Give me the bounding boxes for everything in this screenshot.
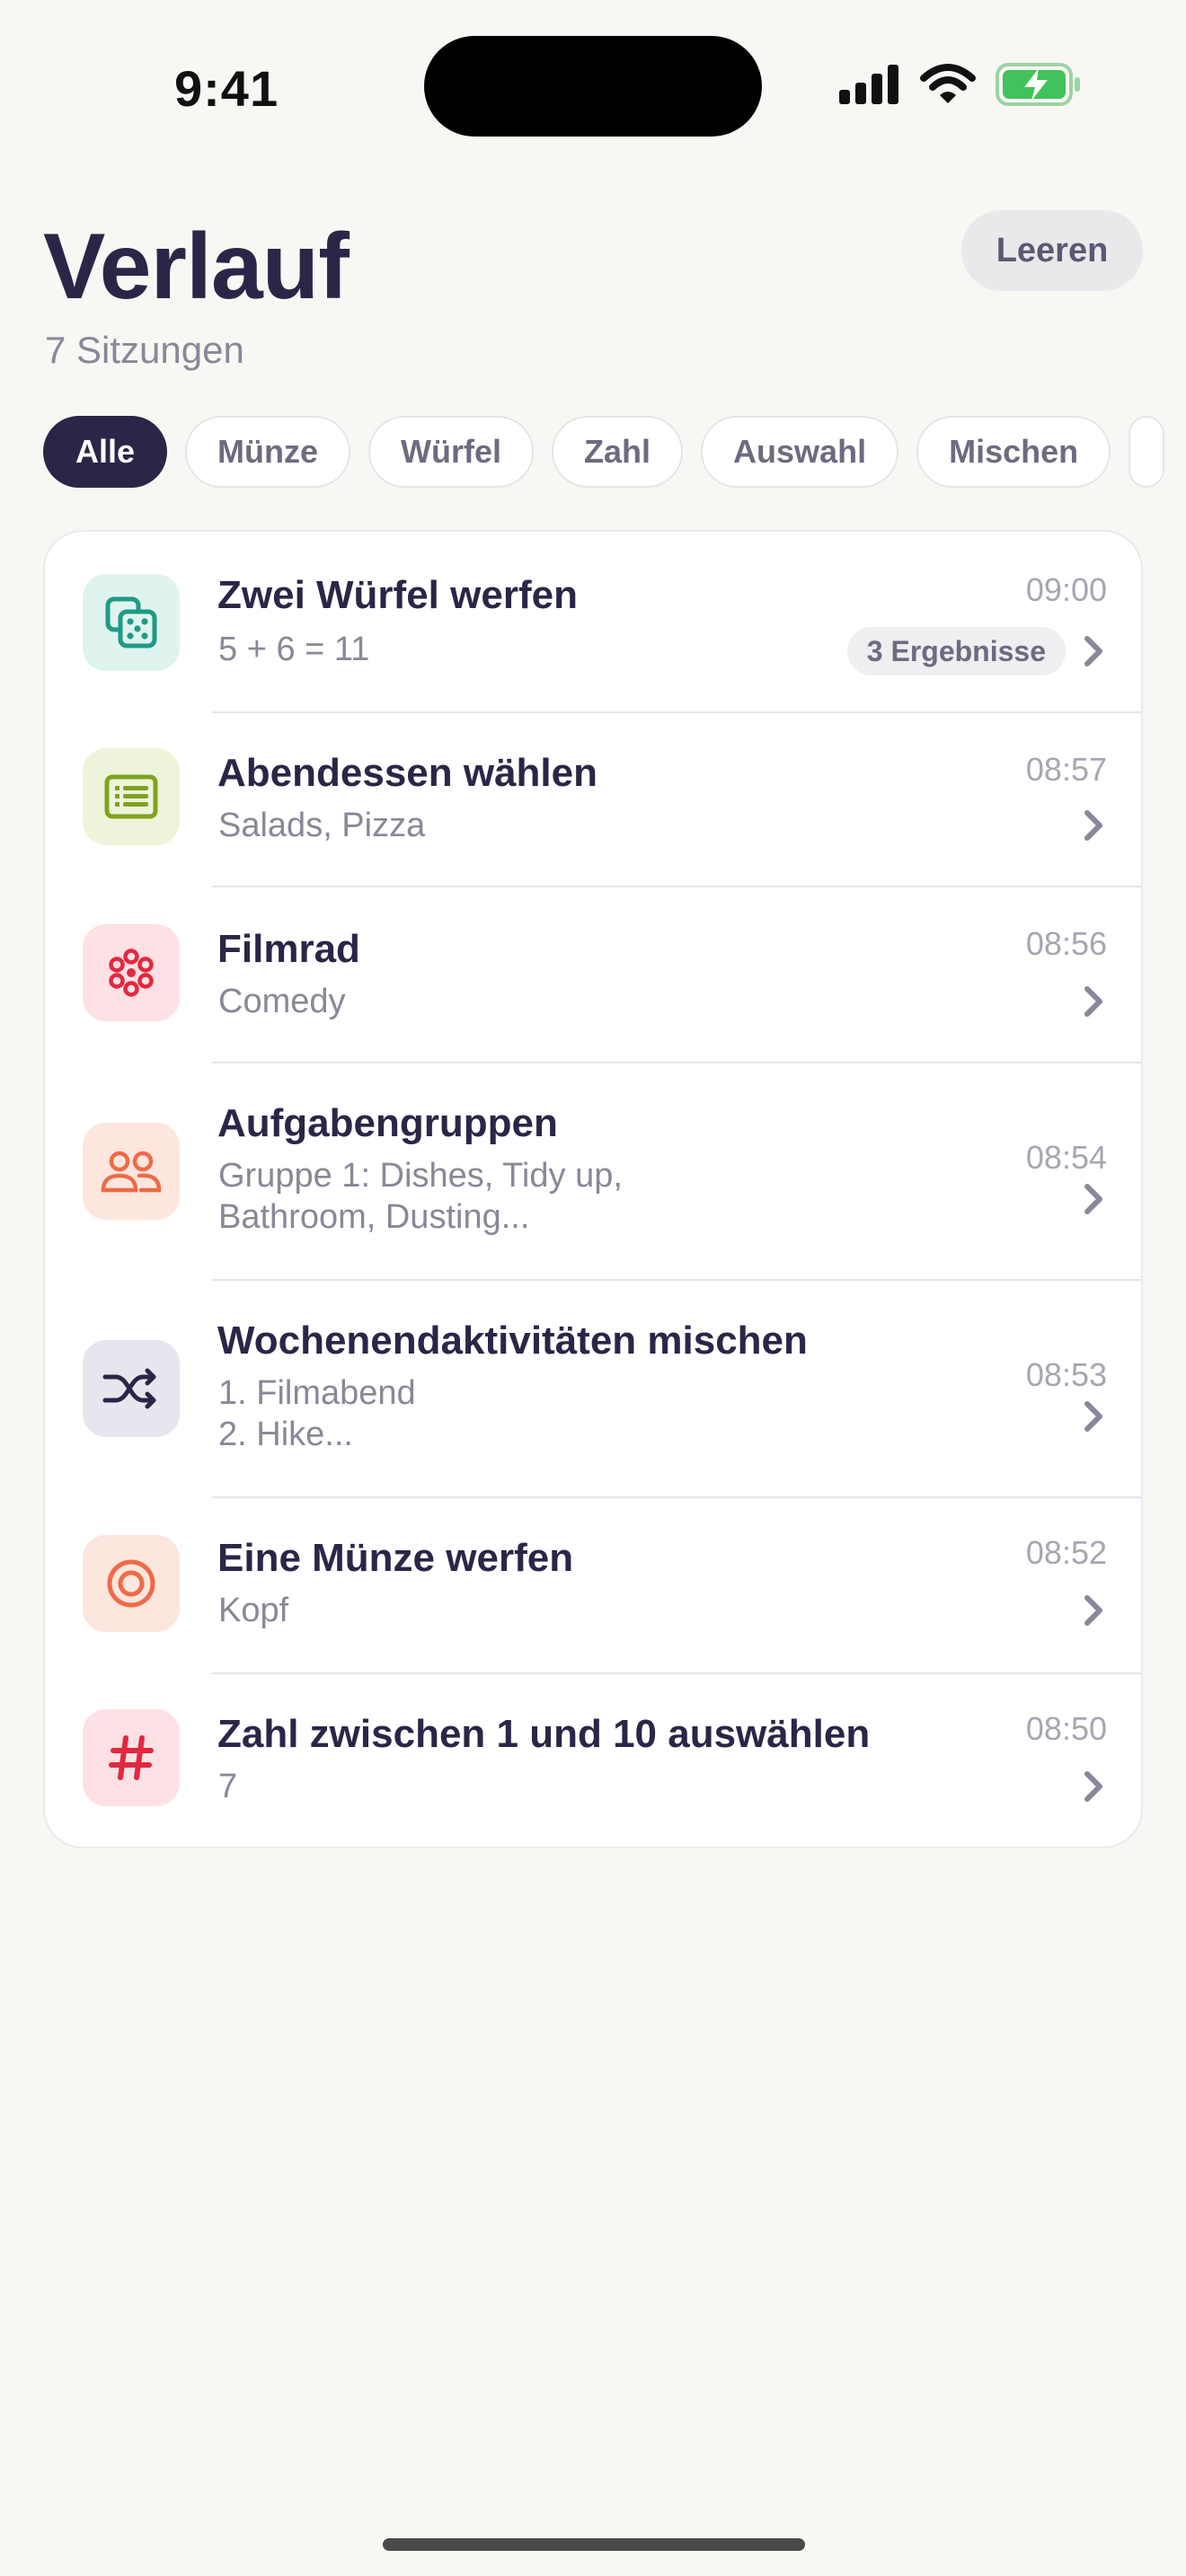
session-result-line1: Gruppe 1: Dishes, Tidy up, <box>218 1157 623 1195</box>
session-title: Aufgabengruppen <box>217 1101 558 1145</box>
session-title: Eine Münze werfen <box>217 1536 574 1580</box>
session-time: 08:57 <box>1025 751 1107 788</box>
status-time: 9:41 <box>174 60 279 117</box>
filter-chips: Alle Münze Würfel Zahl Auswahl Mischen <box>43 416 1165 488</box>
session-title: Abendessen wählen <box>217 751 598 795</box>
session-time: 08:52 <box>1025 1534 1107 1571</box>
session-time: 09:00 <box>1025 571 1107 608</box>
session-row[interactable]: Zwei Würfel werfen 5 + 6 = 11 09:00 3 Er… <box>45 532 1141 713</box>
session-time: 08:53 <box>1025 1356 1107 1393</box>
wheel-icon <box>83 924 180 1021</box>
session-result-line1: 1. Filmabend <box>218 1374 416 1412</box>
session-row[interactable]: Wochenendaktivitäten mischen 1. Filmaben… <box>45 1281 1141 1498</box>
session-result: 7 <box>218 1768 238 1805</box>
wifi-icon <box>920 64 976 103</box>
session-title: Wochenendaktivitäten mischen <box>217 1319 808 1363</box>
chevron-right-icon <box>1084 1184 1102 1214</box>
session-row[interactable]: Aufgabengruppen Gruppe 1: Dishes, Tidy u… <box>45 1063 1141 1281</box>
session-list: Zwei Würfel werfen 5 + 6 = 11 09:00 3 Er… <box>43 530 1143 1848</box>
session-result: 5 + 6 = 11 <box>218 631 370 668</box>
session-time: 08:56 <box>1025 925 1107 962</box>
session-count: 7 Sitzungen <box>45 329 244 371</box>
home-indicator <box>383 2538 805 2551</box>
chevron-right-icon <box>1084 810 1102 841</box>
session-row[interactable]: Zahl zwischen 1 und 10 auswählen 7 08:50 <box>45 1674 1141 1847</box>
session-result-line2: 2. Hike... <box>218 1416 353 1453</box>
filter-chip-all[interactable]: Alle <box>43 416 168 488</box>
shuffle-icon <box>83 1340 180 1437</box>
chevron-right-icon <box>1084 986 1102 1017</box>
session-row[interactable]: Abendessen wählen Salads, Pizza 08:57 <box>45 713 1141 887</box>
chevron-right-icon <box>1084 1595 1102 1626</box>
session-title: Zahl zwischen 1 und 10 auswählen <box>217 1712 871 1756</box>
session-title: Filmrad <box>217 927 360 971</box>
session-result: Kopf <box>218 1592 289 1629</box>
filter-chip-shuffle[interactable]: Mischen <box>916 416 1111 488</box>
session-result: Comedy <box>218 983 346 1020</box>
page-title: Verlauf <box>43 215 350 319</box>
filter-chip-choice[interactable]: Auswahl <box>701 416 899 488</box>
filter-chip-number[interactable]: Zahl <box>552 416 684 488</box>
dynamic-island <box>424 36 762 137</box>
session-row[interactable]: Eine Münze werfen Kopf 08:52 <box>45 1498 1141 1674</box>
session-row[interactable]: Filmrad Comedy 08:56 <box>45 887 1141 1063</box>
hash-icon <box>83 1709 180 1806</box>
coin-icon <box>83 1535 180 1632</box>
chevron-right-icon <box>1084 1771 1102 1802</box>
session-title: Zwei Würfel werfen <box>217 573 578 617</box>
session-result: Salads, Pizza <box>218 807 426 844</box>
filter-chip-dice[interactable]: Würfel <box>368 416 535 488</box>
clear-button[interactable]: Leeren <box>961 210 1143 291</box>
people-icon <box>83 1123 180 1220</box>
signal-icon <box>839 65 898 104</box>
session-time: 08:54 <box>1025 1139 1107 1176</box>
status-icons <box>839 63 1082 106</box>
session-result-line2: Bathroom, Dusting... <box>218 1198 530 1236</box>
results-badge: 3 Ergebnisse <box>846 627 1066 675</box>
list-icon <box>83 748 180 845</box>
battery-charging-icon <box>996 63 1080 106</box>
dice-icon <box>83 574 180 671</box>
chevron-right-icon <box>1084 636 1102 666</box>
session-time: 08:50 <box>1025 1710 1107 1747</box>
filter-chip-overflow[interactable] <box>1128 416 1165 488</box>
filter-chip-coin[interactable]: Münze <box>185 416 351 488</box>
chevron-right-icon <box>1084 1401 1102 1432</box>
